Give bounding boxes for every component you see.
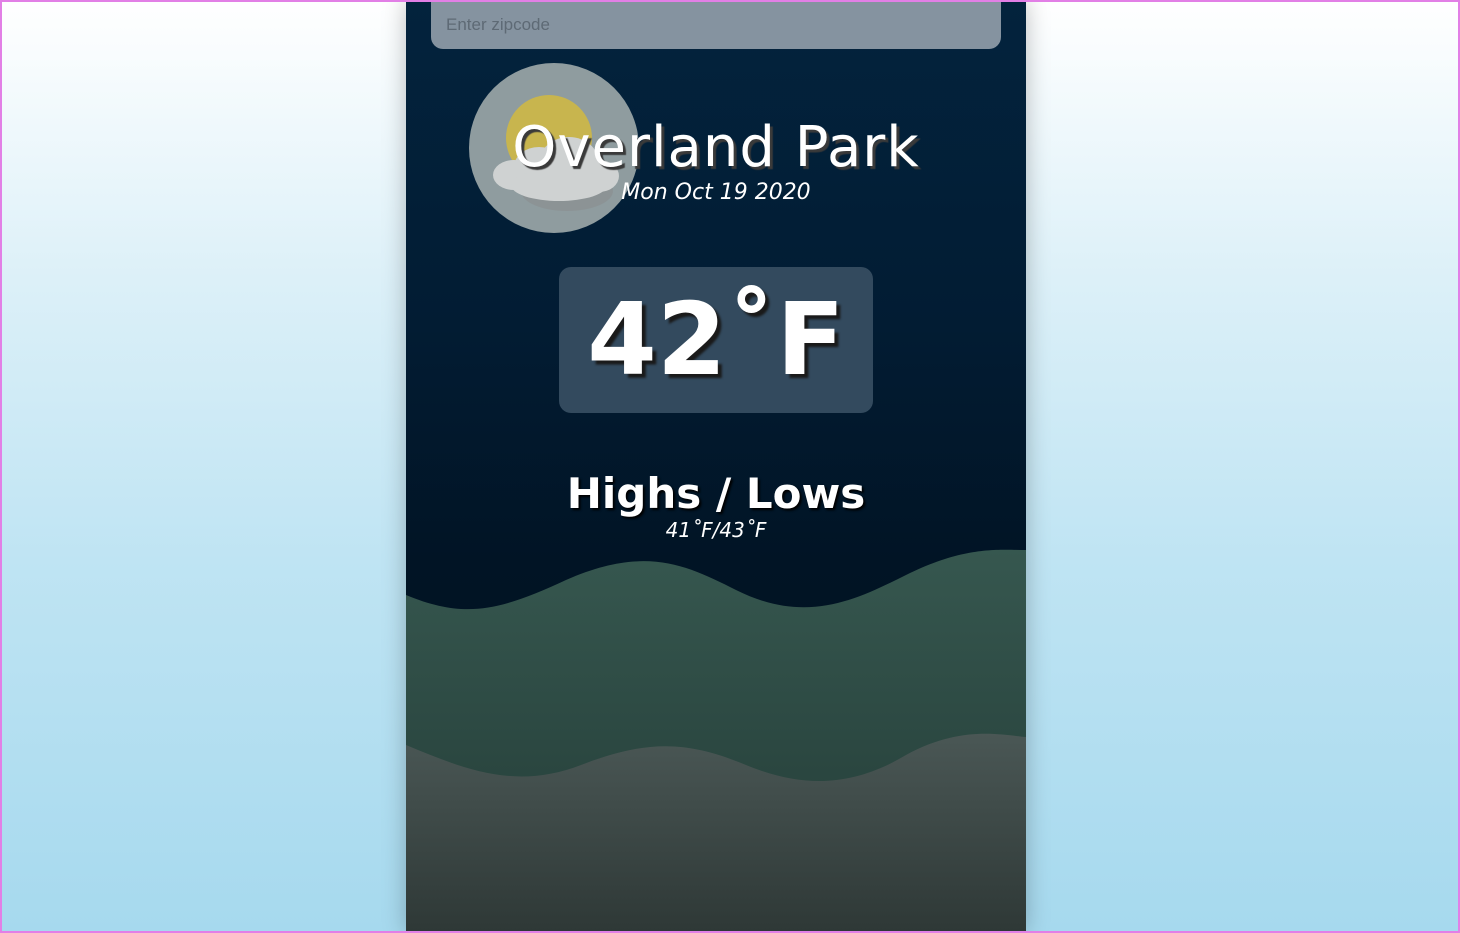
current-temperature: 42˚F <box>587 281 845 398</box>
temperature-card: 42˚F <box>559 267 873 413</box>
city-name: Overland Park <box>512 115 920 180</box>
highs-lows-heading: Highs / Lows <box>566 469 866 518</box>
weather-app-panel: Overland Park Mon Oct 19 2020 42˚F Highs… <box>406 0 1026 933</box>
wave-decoration <box>406 549 1026 933</box>
zipcode-input[interactable] <box>431 0 1001 49</box>
current-date: Mon Oct 19 2020 <box>621 180 811 205</box>
highs-lows-value: 41˚F/43˚F <box>665 518 767 542</box>
